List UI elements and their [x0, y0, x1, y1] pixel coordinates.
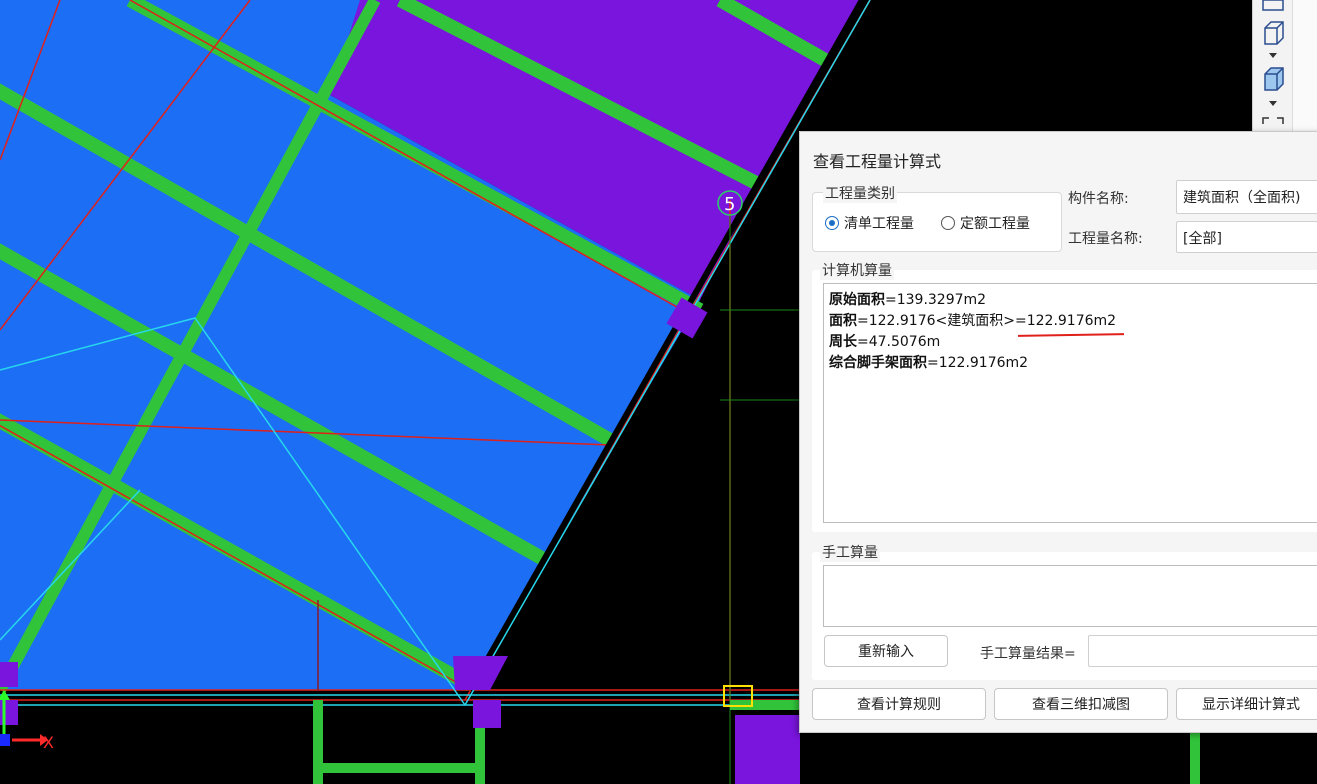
calc-line-area: 面积=122.9176<建筑面积>=122.9176m2: [829, 313, 1117, 329]
view-toolbar: [1252, 0, 1293, 132]
component-name-label: 构件名称:: [1068, 191, 1129, 207]
radio-selected-icon: [825, 216, 839, 230]
calc-line-scaffold-area: 综合脚手架面积=122.9176m2: [829, 355, 1029, 371]
component-name-field[interactable]: 建筑面积（全面积): [1176, 180, 1317, 214]
manual-calc-textarea[interactable]: [823, 565, 1317, 627]
quantity-type-legend: 工程量类别: [823, 183, 897, 203]
manual-calc-legend: 手工算量: [820, 542, 880, 562]
column-marker: [473, 700, 501, 728]
radio-bill-quantity[interactable]: 清单工程量: [825, 213, 914, 233]
axis-label: 5: [724, 194, 735, 215]
computer-calc-legend: 计算机算量: [820, 260, 894, 280]
quantity-name-label: 工程量名称:: [1068, 231, 1143, 247]
radio-unselected-icon: [941, 216, 955, 230]
quantity-formula-dialog: 查看工程量计算式 工程量类别 清单工程量 定额工程量 构件名称: 建筑面积（全面…: [799, 131, 1317, 733]
dialog-title: 查看工程量计算式: [813, 152, 942, 171]
select-region-icon[interactable]: [1261, 114, 1285, 131]
chevron-down-icon[interactable]: [1261, 50, 1285, 64]
purple-slab-bottom: [735, 715, 800, 784]
3d-view-icon[interactable]: [1261, 0, 1285, 15]
reinput-button[interactable]: 重新输入: [824, 635, 948, 667]
side-panel: [1292, 0, 1317, 132]
view-calc-rules-button[interactable]: 查看计算规则: [812, 688, 986, 720]
column-marker: [0, 662, 18, 687]
quantity-type-group: 工程量类别 清单工程量 定额工程量: [812, 183, 1062, 252]
box-filled-icon[interactable]: [1261, 66, 1285, 95]
calc-lines: 原始面积=139.3297m2 面积=122.9176<建筑面积>=122.91…: [829, 290, 1116, 374]
radio-quota-quantity[interactable]: 定额工程量: [941, 213, 1030, 233]
axis-x-label: X: [43, 733, 54, 752]
manual-result-field[interactable]: [1088, 635, 1317, 667]
quantity-name-field[interactable]: [全部]: [1176, 221, 1317, 253]
manual-result-label: 手工算量结果=: [980, 646, 1076, 662]
show-detail-formula-button[interactable]: 显示详细计算式: [1176, 688, 1317, 720]
view-3d-deduction-button[interactable]: 查看三维扣减图: [994, 688, 1168, 720]
box-icon[interactable]: [1261, 20, 1285, 49]
chevron-down-icon[interactable]: [1261, 98, 1285, 112]
calc-line-original-area: 原始面积=139.3297m2: [829, 292, 987, 308]
